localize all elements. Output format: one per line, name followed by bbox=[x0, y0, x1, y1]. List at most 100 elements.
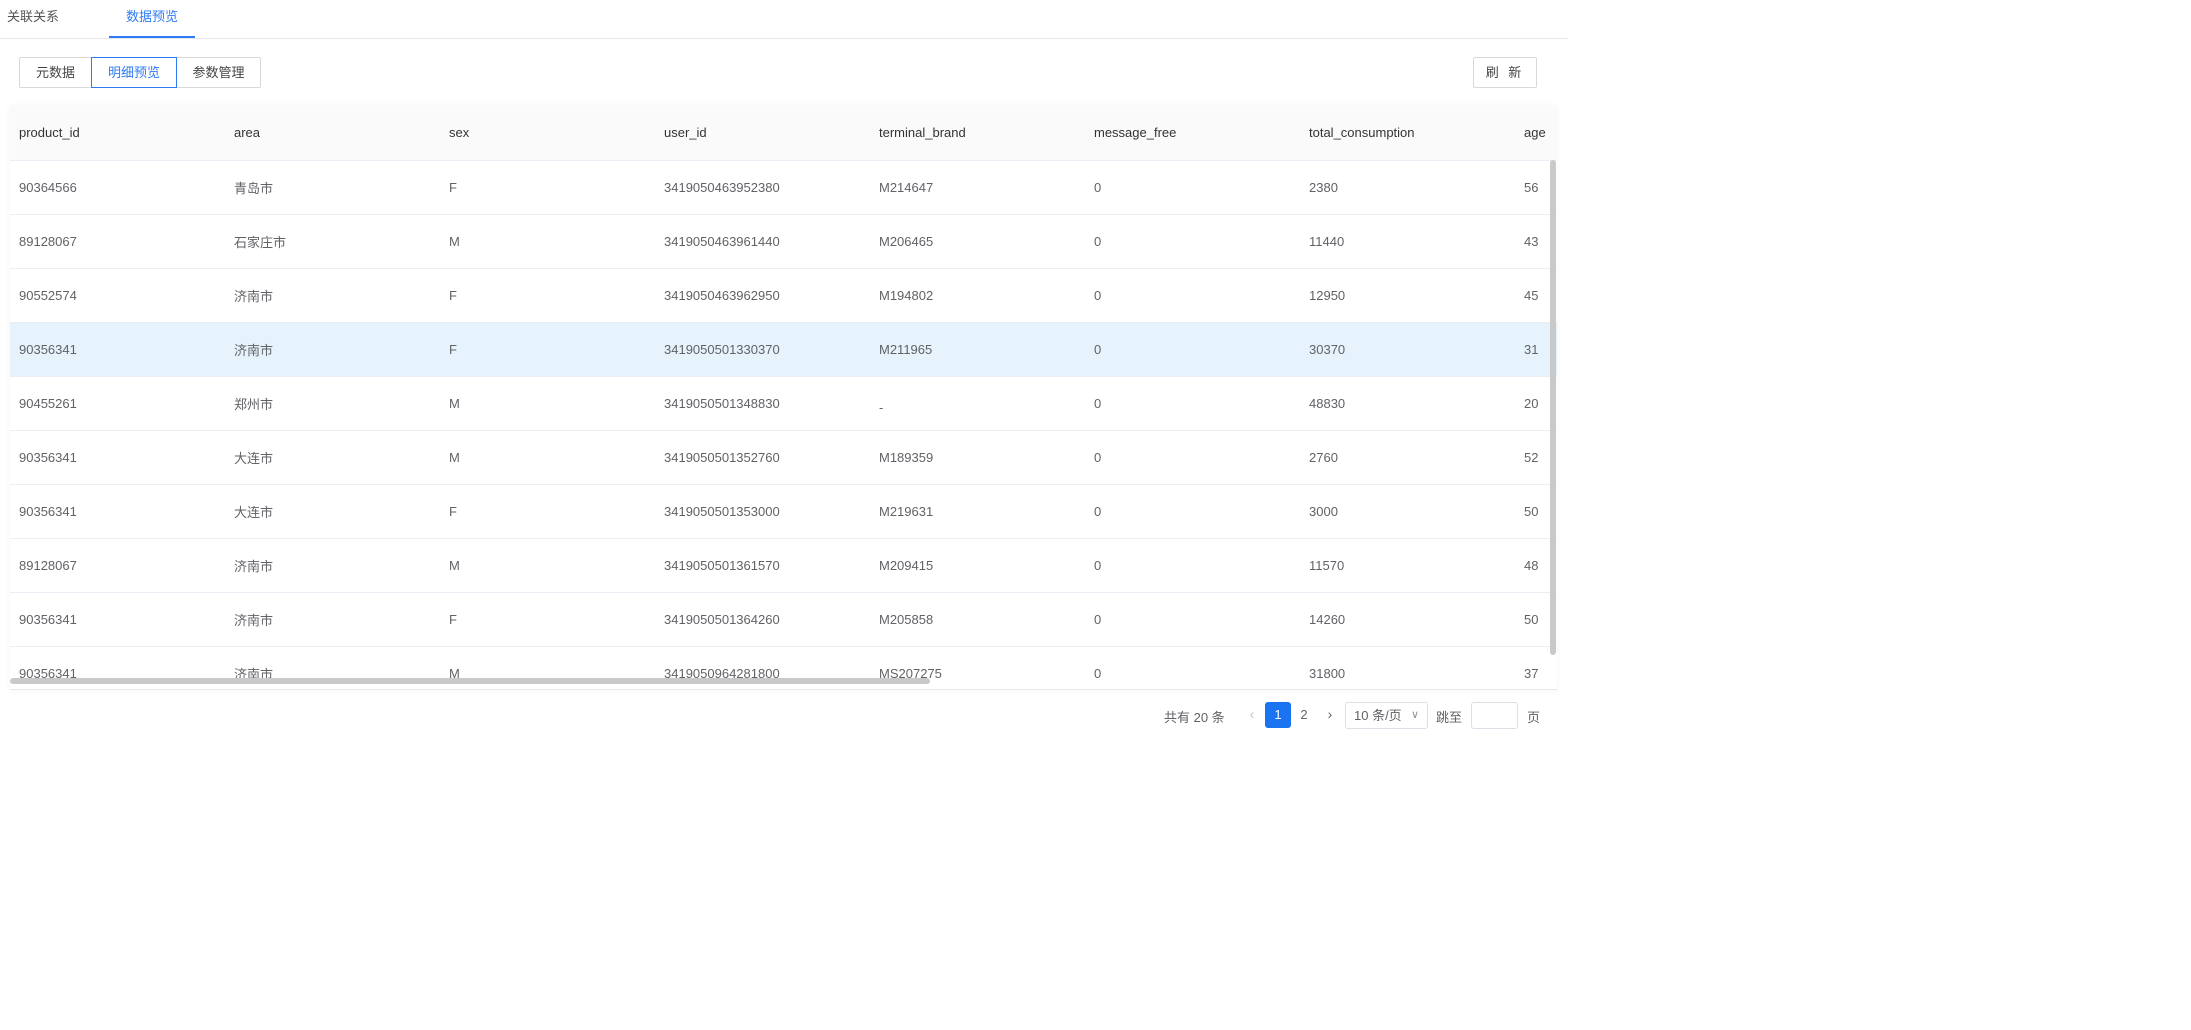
table-cell-terminal-brand: M209415 bbox=[870, 538, 1085, 593]
table-cell-product-id: 90356341 bbox=[10, 430, 225, 485]
table-cell-area: 郑州市 bbox=[225, 376, 440, 431]
chevron-down-icon: ∨ bbox=[1410, 709, 1419, 721]
table-cell-total-consumption: 14260 bbox=[1300, 592, 1515, 647]
table-cell-total-consumption: 31800 bbox=[1300, 646, 1515, 689]
table-cell-total-consumption: 3000 bbox=[1300, 484, 1515, 539]
table-cell-total-consumption: 11570 bbox=[1300, 538, 1515, 593]
table-cell-area: 济南市 bbox=[225, 592, 440, 647]
table-cell-user-id: 3419050501330370 bbox=[655, 322, 870, 377]
table-cell-user-id: 3419050501353000 bbox=[655, 484, 870, 539]
table-row[interactable]: 89128067 济南市 M 3419050501361570 M209415 0 1157… bbox=[10, 538, 1557, 593]
segment-detail-preview[interactable]: 明细预览 bbox=[91, 57, 177, 88]
table-cell-total-consumption: 48830 bbox=[1300, 376, 1515, 431]
table-cell-terminal-brand: M205858 bbox=[870, 592, 1085, 647]
table-cell-sex: M bbox=[440, 376, 655, 431]
table-cell-total-consumption: 30370 bbox=[1300, 322, 1515, 377]
table-header-row: product_id area sex user_id terminal_brand me… bbox=[10, 106, 1557, 161]
table-cell-message-free: 0 bbox=[1085, 376, 1300, 431]
vertical-scrollbar[interactable] bbox=[1550, 160, 1556, 655]
table-cell-total-consumption: 12950 bbox=[1300, 268, 1515, 323]
table-cell-total-consumption: 11440 bbox=[1300, 214, 1515, 269]
tab-data-preview[interactable]: 数据预览 bbox=[109, 0, 195, 38]
table-row[interactable]: 90364566 青岛市 F 3419050463952380 M214647 0 2380… bbox=[10, 160, 1557, 215]
table-cell-terminal-brand: M194802 bbox=[870, 268, 1085, 323]
table-cell-user-id: 3419050501364260 bbox=[655, 592, 870, 647]
table-cell-user-id: 3419050463962950 bbox=[655, 268, 870, 323]
table-row[interactable]: 89128067 石家庄市 M 3419050463961440 M206465 0 114… bbox=[10, 214, 1557, 269]
page-size-value: 10 条/页 bbox=[1354, 708, 1402, 723]
jump-page-input[interactable] bbox=[1471, 702, 1518, 729]
table-row[interactable]: 90455261 郑州市 M 3419050501348830-0 48830 20 bbox=[10, 376, 1557, 431]
table-cell-area: 青岛市 bbox=[225, 160, 440, 215]
table-cell-product-id: 90455261 bbox=[10, 376, 225, 431]
column-header-terminal-brand: terminal_brand bbox=[870, 106, 1085, 161]
column-header-user-id: user_id bbox=[655, 106, 870, 161]
table-cell-message-free: 0 bbox=[1085, 484, 1300, 539]
table-cell-terminal-brand: M211965 bbox=[870, 322, 1085, 377]
table-row[interactable]: 90356341 济南市 F 3419050501364260 M205858 0 1426… bbox=[10, 592, 1557, 647]
chevron-left-icon[interactable]: ‹ bbox=[1244, 706, 1260, 726]
table-cell-total-consumption: 2760 bbox=[1300, 430, 1515, 485]
table-row[interactable]: 90356341 大连市 F 3419050501353000 M219631 0 3000… bbox=[10, 484, 1557, 539]
page-button-1[interactable]: 1 bbox=[1265, 702, 1291, 728]
column-header-area: area bbox=[225, 106, 440, 161]
segment-param-management[interactable]: 参数管理 bbox=[176, 57, 261, 88]
table-cell-product-id: 90364566 bbox=[10, 160, 225, 215]
table-cell-sex: M bbox=[440, 538, 655, 593]
table-cell-terminal-brand: M219631 bbox=[870, 484, 1085, 539]
table-cell-terminal-brand: M206465 bbox=[870, 214, 1085, 269]
column-header-message-free: message_free bbox=[1085, 106, 1300, 161]
table-cell-product-id: 89128067 bbox=[10, 538, 225, 593]
table-cell-sex: F bbox=[440, 160, 655, 215]
table-cell-user-id: 3419050463952380 bbox=[655, 160, 870, 215]
table-cell-sex: M bbox=[440, 430, 655, 485]
table-cell-message-free: 0 bbox=[1085, 160, 1300, 215]
table-cell-sex: M bbox=[440, 214, 655, 269]
pagination-total: 共有 20 条 bbox=[1164, 710, 1225, 725]
data-table: product_id area sex user_id terminal_brand me… bbox=[10, 106, 1557, 690]
table-cell-message-free: 0 bbox=[1085, 430, 1300, 485]
page-suffix-label: 页 bbox=[1527, 710, 1541, 725]
table-cell-product-id: 90356341 bbox=[10, 322, 225, 377]
table-cell-message-free: 0 bbox=[1085, 592, 1300, 647]
refresh-button[interactable]: 刷 新 bbox=[1473, 57, 1537, 88]
table-cell-area: 大连市 bbox=[225, 430, 440, 485]
table-cell-terminal-brand: - bbox=[870, 376, 1085, 431]
table-cell-user-id: 3419050501348830 bbox=[655, 376, 870, 431]
table-row[interactable]: 90356341 大连市 M 3419050501352760 M189359 0 2760… bbox=[10, 430, 1557, 485]
table-cell-product-id: 90356341 bbox=[10, 484, 225, 539]
table-row[interactable]: 90356341 济南市 F 3419050501330370 M211965 0 3037… bbox=[10, 322, 1557, 377]
table-cell-sex: F bbox=[440, 592, 655, 647]
table-cell-message-free: 0 bbox=[1085, 214, 1300, 269]
table-cell-sex: F bbox=[440, 268, 655, 323]
page-size-select[interactable]: 10 条/页 ∨ bbox=[1345, 702, 1428, 729]
table-cell-sex: F bbox=[440, 484, 655, 539]
tab-relations[interactable]: 关联关系 bbox=[7, 0, 59, 38]
column-header-product-id: product_id bbox=[10, 106, 225, 161]
column-header-age: age bbox=[1515, 106, 1557, 161]
table-cell-message-free: 0 bbox=[1085, 322, 1300, 377]
segment-metadata[interactable]: 元数据 bbox=[19, 57, 92, 88]
table-cell-product-id: 90552574 bbox=[10, 268, 225, 323]
table-cell-user-id: 3419050463961440 bbox=[655, 214, 870, 269]
table-cell-product-id: 90356341 bbox=[10, 592, 225, 647]
table-cell-terminal-brand: M189359 bbox=[870, 430, 1085, 485]
view-segment-group: 元数据 明细预览 参数管理 bbox=[19, 57, 261, 88]
table-cell-area: 大连市 bbox=[225, 484, 440, 539]
pagination: 共有 20 条 ‹ 1 2 › 10 条/页 ∨ 跳至 页 bbox=[0, 702, 1568, 730]
page-button-2[interactable]: 2 bbox=[1291, 702, 1317, 728]
table-cell-terminal-brand: M214647 bbox=[870, 160, 1085, 215]
table-cell-area: 济南市 bbox=[225, 538, 440, 593]
column-header-total-consumption: total_consumption bbox=[1300, 106, 1515, 161]
chevron-right-icon[interactable]: › bbox=[1322, 706, 1338, 726]
table-cell-total-consumption: 2380 bbox=[1300, 160, 1515, 215]
table-cell-user-id: 3419050501361570 bbox=[655, 538, 870, 593]
table-cell-area: 济南市 bbox=[225, 322, 440, 377]
table-row[interactable]: 90552574 济南市 F 3419050463962950 M194802 0 1295… bbox=[10, 268, 1557, 323]
table-cell-message-free: 0 bbox=[1085, 538, 1300, 593]
column-header-sex: sex bbox=[440, 106, 655, 161]
table-cell-area: 济南市 bbox=[225, 268, 440, 323]
table-cell-message-free: 0 bbox=[1085, 646, 1300, 689]
top-tab-bar: 关联关系 数据预览 bbox=[0, 0, 1568, 39]
horizontal-scrollbar[interactable] bbox=[10, 678, 930, 684]
